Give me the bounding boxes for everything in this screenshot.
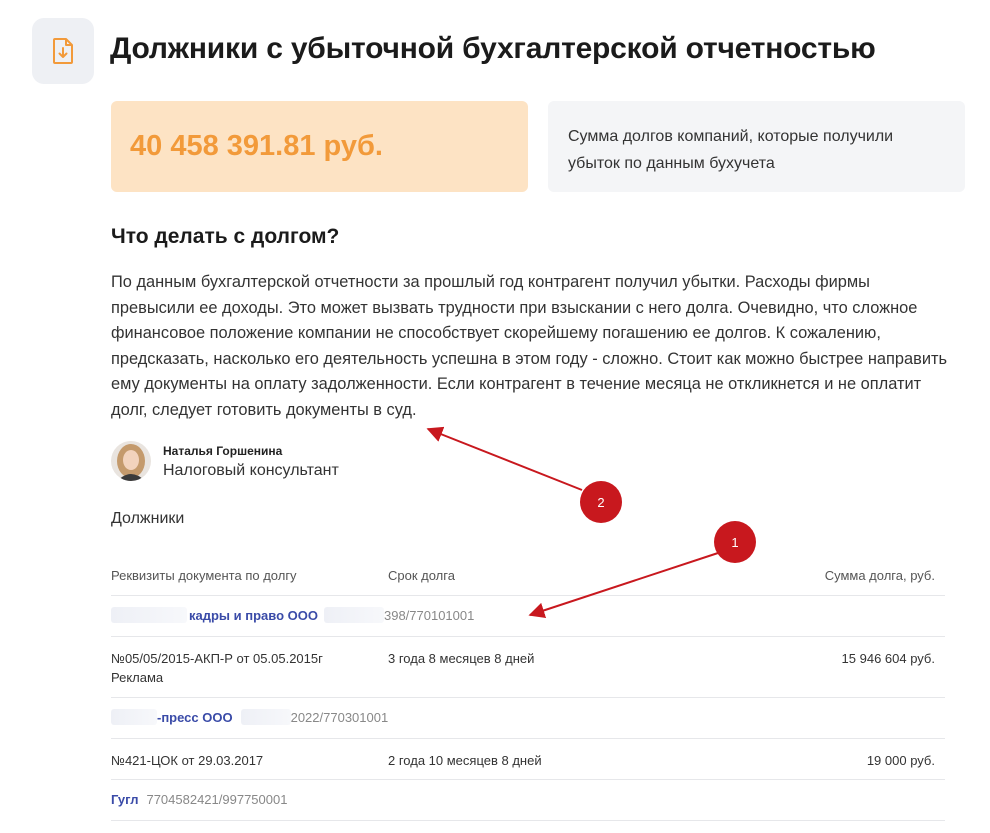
debt-document: №421-ЦОК от 29.03.2017: [111, 753, 264, 768]
total-debt-card: 40 458 391.81 руб.: [111, 101, 528, 192]
page-title: Должники с убыточной бухгалтерской отчет…: [110, 32, 876, 65]
table-row-company: Гугл 7704582421/997750001: [111, 792, 287, 807]
column-header-amount: Сумма долга, руб.: [824, 568, 935, 583]
consultant-role: Налоговый консультант: [163, 462, 339, 479]
table-divider: [111, 595, 945, 596]
table-divider: [111, 636, 945, 637]
column-header-document: Реквизиты документа по долгу: [111, 568, 297, 583]
company-inn: 2022/770301001: [290, 709, 389, 725]
company-link[interactable]: -пресс ООО: [157, 710, 233, 725]
svg-text:2: 2: [597, 495, 604, 510]
table-divider: [111, 697, 945, 698]
avatar-photo: [111, 441, 151, 481]
table-row-company: кадры и право ООО 398/770101001: [111, 607, 474, 623]
annotation-marker-1: 1: [714, 521, 756, 563]
annotation-marker-2: 2: [580, 481, 622, 523]
company-inn: 7704582421/997750001: [146, 792, 288, 807]
redacted-text: [323, 607, 384, 623]
table-row-company: -пресс ООО 2022/770301001: [111, 709, 388, 725]
table-row-debt: №05/05/2015-АКП-Р от 05.05.2015г Реклама: [111, 649, 323, 687]
consultant-avatar: [111, 441, 151, 481]
consultant-name: Наталья Горшенина: [163, 444, 283, 458]
company-inn: 398/770101001: [383, 607, 475, 623]
total-debt-description: Сумма долгов компаний, которые получили …: [568, 128, 894, 172]
debt-term: 2 года 10 месяцев 8 дней: [388, 753, 542, 768]
company-link[interactable]: Гугл: [111, 792, 138, 807]
table-divider: [111, 779, 945, 780]
redacted-text: [111, 607, 187, 623]
debt-amount: 15 946 604 руб.: [841, 651, 935, 666]
annotation-arrow-2: [426, 426, 583, 491]
advice-text: По данным бухгалтерской отчетности за пр…: [111, 273, 948, 419]
download-document-icon: [32, 18, 94, 84]
redacted-text: [111, 709, 157, 725]
debt-amount: 19 000 руб.: [866, 753, 935, 768]
total-debt-amount: 40 458 391.81 руб.: [130, 130, 383, 162]
annotation-arrow-1: [528, 552, 719, 619]
advice-heading: Что делать с долгом?: [111, 225, 340, 248]
column-header-term: Срок долга: [388, 568, 455, 583]
total-debt-description-card: Сумма долгов компаний, которые получили …: [548, 101, 965, 192]
debt-note: Реклама: [111, 670, 164, 685]
download-document-icon-glyph: [53, 38, 73, 64]
debtors-heading: Должники: [111, 510, 185, 527]
svg-text:1: 1: [731, 535, 738, 550]
company-link[interactable]: кадры и право ООО: [189, 608, 318, 623]
debt-term: 3 года 8 месяцев 8 дней: [388, 651, 535, 666]
table-divider: [111, 738, 945, 739]
redacted-text: [240, 709, 291, 725]
table-divider: [111, 820, 945, 821]
debt-document: №05/05/2015-АКП-Р от 05.05.2015г: [111, 651, 323, 666]
